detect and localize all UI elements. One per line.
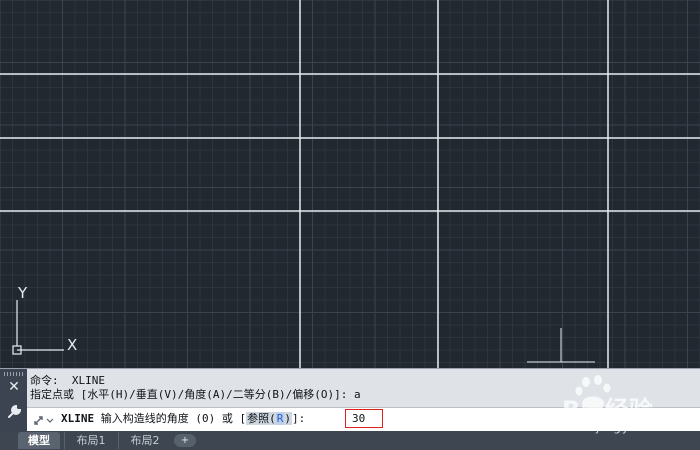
history-line: 命令: XLINE (30, 374, 105, 387)
tab-model[interactable]: 模型 (18, 432, 60, 449)
option-label: 参照( (247, 412, 276, 425)
history-line: 指定点或 [水平(H)/垂直(V)/角度(A)/二等分(B)/偏移(O)]: a (30, 388, 361, 401)
option-reference[interactable]: 参照(R) (246, 412, 292, 425)
command-recent-icon[interactable] (33, 412, 55, 426)
ucs-icon: Y X (12, 284, 77, 355)
tab-layout1[interactable]: 布局1 (64, 432, 117, 449)
drag-grip-icon[interactable] (4, 372, 23, 376)
command-value-input[interactable] (345, 409, 383, 428)
prompt-end: ]: (291, 412, 306, 425)
option-close: ) (284, 412, 291, 425)
tab-layout2[interactable]: 布局2 (118, 432, 171, 449)
command-panel-handle[interactable]: ✕ (0, 369, 27, 431)
prompt-text: 输入构造线的角度 (0) 或 [ (94, 412, 247, 425)
layout-tab-bar: 模型 布局1 布局2 + (0, 431, 700, 450)
prompt-command-name: XLINE (61, 412, 95, 425)
command-prompt: XLINE 输入构造线的角度 (0) 或 [参照(R)]: (61, 412, 305, 426)
ucs-x-label: X (67, 336, 77, 354)
ucs-y-label: Y (17, 284, 28, 302)
add-layout-tab-button[interactable]: + (174, 434, 196, 447)
drawing-canvas[interactable]: Y X (0, 0, 700, 368)
wrench-icon[interactable] (6, 404, 22, 420)
command-line-panel: ✕ 命令: XLINE 指定点或 [水平(H)/垂直(V)/角度(A)/二等分(… (0, 368, 700, 431)
close-icon[interactable]: ✕ (6, 379, 22, 395)
command-input-line[interactable]: XLINE 输入构造线的角度 (0) 或 [参照(R)]: (27, 407, 700, 431)
command-history: 命令: XLINE 指定点或 [水平(H)/垂直(V)/角度(A)/二等分(B)… (30, 374, 690, 402)
